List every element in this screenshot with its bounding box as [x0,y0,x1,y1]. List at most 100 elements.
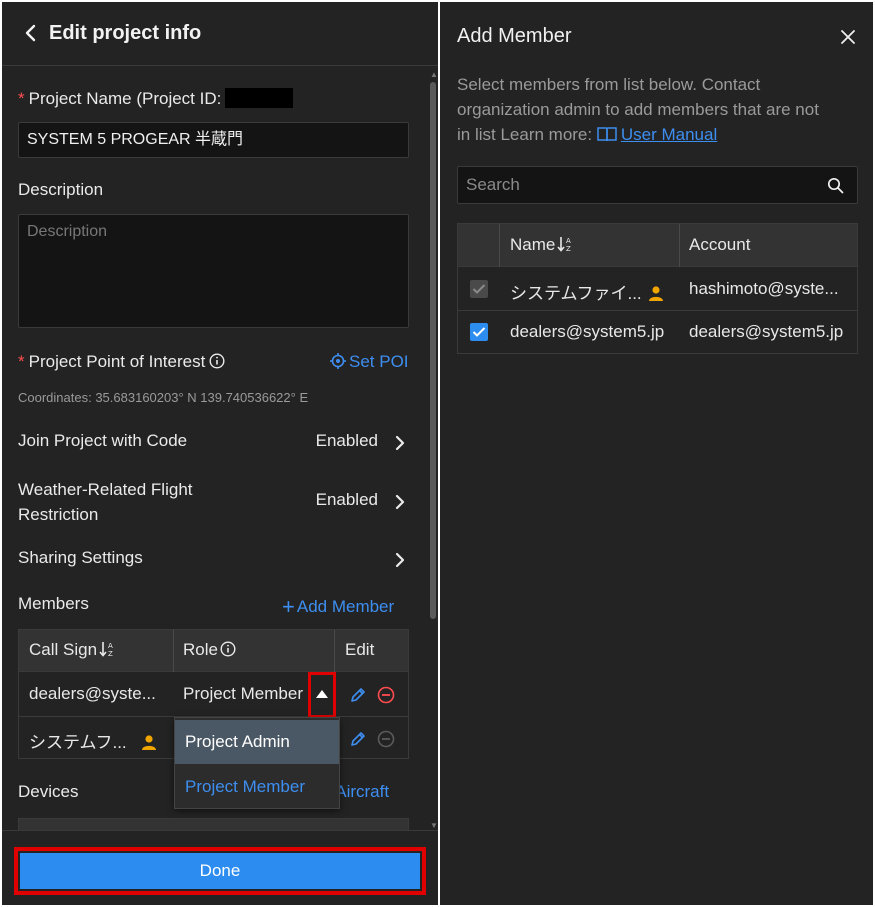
search-input[interactable] [458,167,818,203]
call-sign-header[interactable]: Call Sign A Z [29,640,117,660]
add-member-button[interactable]: + Add Member [282,594,394,620]
members-label: Members [18,594,89,613]
user-manual-label: User Manual [620,125,718,144]
edit-header: Edit [345,640,375,659]
member-name: システムファイ... [510,279,664,304]
learn-more-text: in list Learn more: [457,125,593,144]
add-member-label: Add Member [296,597,395,616]
join-code-label: Join Project with Code [18,431,188,450]
role-option-project-member[interactable]: Project Member [175,765,339,809]
member-checkbox-disabled [470,280,488,298]
member-call-sign: システムフ... [29,728,157,753]
member-name-text: システムファイ... [510,284,642,303]
close-icon[interactable] [840,29,856,45]
devices-table [18,818,409,830]
info-icon[interactable] [209,353,225,369]
column-divider [334,630,335,672]
member-checkbox[interactable] [470,323,488,341]
panel-header: Edit project info [2,2,438,66]
add-member-title: Add Member [457,25,572,47]
member-list-table: Name A Z Account システムファイ... hashimoto@syst… [457,223,858,354]
join-code-value[interactable]: Enabled [316,431,378,451]
book-icon [597,127,617,142]
check-icon [472,284,486,294]
pencil-icon[interactable] [349,730,367,748]
account-header: Account [689,235,751,254]
weather-restriction-label: Weather-Related Flight Restriction [18,477,193,527]
role-option-project-admin[interactable]: Project Admin [175,720,339,764]
role-header-label: Role [183,640,218,659]
scrollbar[interactable]: ▲ ▼ [429,70,438,830]
user-manual-link[interactable]: User Manual [597,125,717,144]
check-icon [472,327,486,337]
column-divider [679,224,680,267]
weather-label-line2: Restriction [18,505,99,524]
call-sign-header-label: Call Sign [29,640,98,659]
scroll-down-icon[interactable]: ▼ [430,821,438,830]
weather-restriction-value[interactable]: Enabled [316,490,378,510]
pencil-icon[interactable] [349,686,367,704]
edit-project-panel: Edit project info ▲ ▼ * Project Name (Pro… [2,2,438,905]
weather-label-line1: Weather-Related Flight [18,480,193,499]
column-divider [499,224,500,267]
member-name: dealers@system5.jp [510,322,665,341]
svg-text:Z: Z [566,245,571,252]
info-icon[interactable] [220,641,236,657]
table-row: システムファイ... hashimoto@syste... [458,268,857,311]
caret-up-icon [316,690,328,698]
plus-icon: + [282,594,295,619]
page-title: Edit project info [49,22,202,44]
sort-icon[interactable]: AZ [99,641,117,657]
poi-label: * Project Point of Interest [18,352,225,372]
sharing-settings-label[interactable]: Sharing Settings [18,548,143,568]
role-dropdown-menu: Project Admin Project Member [174,717,340,809]
table-header: Name A Z Account [458,224,857,267]
member-account: hashimoto@syste... [689,279,839,298]
remove-icon-disabled [377,730,395,748]
required-mark: * [18,352,25,371]
remove-icon[interactable] [377,686,395,704]
role-dropdown-toggle[interactable] [308,672,336,718]
member-role-select[interactable]: Project Member [183,684,313,704]
project-name-label: * Project Name (Project ID: [18,88,294,109]
svg-text:A: A [566,237,571,245]
redacted-project-id [225,88,294,108]
description-line-with-link: in list Learn more: User Manual [457,122,867,147]
sort-icon[interactable]: AZ [557,236,575,252]
chevron-left-icon[interactable] [20,22,42,44]
panel-footer: Done [2,830,438,905]
description-textarea[interactable]: Description [18,214,409,328]
member-call-sign-text: システムフ... [29,733,127,752]
chevron-right-icon[interactable] [394,434,406,452]
table-row: dealers@syste... Project Member [19,673,408,717]
done-highlight: Done [14,847,426,895]
description-line: Select members from list below. Contact [457,75,761,94]
search-icon[interactable] [827,177,844,194]
add-member-description: Select members from list below. Contact … [457,72,867,147]
poi-label-text: Project Point of Interest [28,352,206,371]
scroll-up-icon[interactable]: ▲ [430,70,438,79]
chevron-right-icon[interactable] [394,551,406,569]
description-label: Description [18,180,104,199]
svg-text:Z: Z [108,650,113,657]
set-poi-label: Set POI [349,352,409,371]
name-header-label: Name [510,235,556,254]
member-call-sign: dealers@syste... [29,684,156,703]
member-account: dealers@system5.jp [689,322,844,341]
add-member-panel: Add Member Select members from list belo… [440,2,873,905]
table-header: Call Sign A Z Role Edit [19,630,408,672]
set-poi-button[interactable]: Set POI [330,352,409,372]
name-header[interactable]: Name A Z [510,235,575,255]
table-row[interactable]: dealers@system5.jp dealers@system5.jp [458,311,857,354]
project-name-input[interactable]: SYSTEM 5 PROGEAR 半蔵門 [18,122,409,158]
user-icon [141,735,156,750]
search-box [457,166,858,204]
project-name-label-text: Project Name (Project ID: [28,89,222,108]
devices-label: Devices [18,782,79,801]
column-divider [173,630,174,672]
done-button[interactable]: Done [20,853,420,889]
target-icon [330,353,346,369]
chevron-right-icon[interactable] [394,493,406,511]
role-header: Role [183,640,236,660]
scroll-thumb[interactable] [430,82,436,619]
